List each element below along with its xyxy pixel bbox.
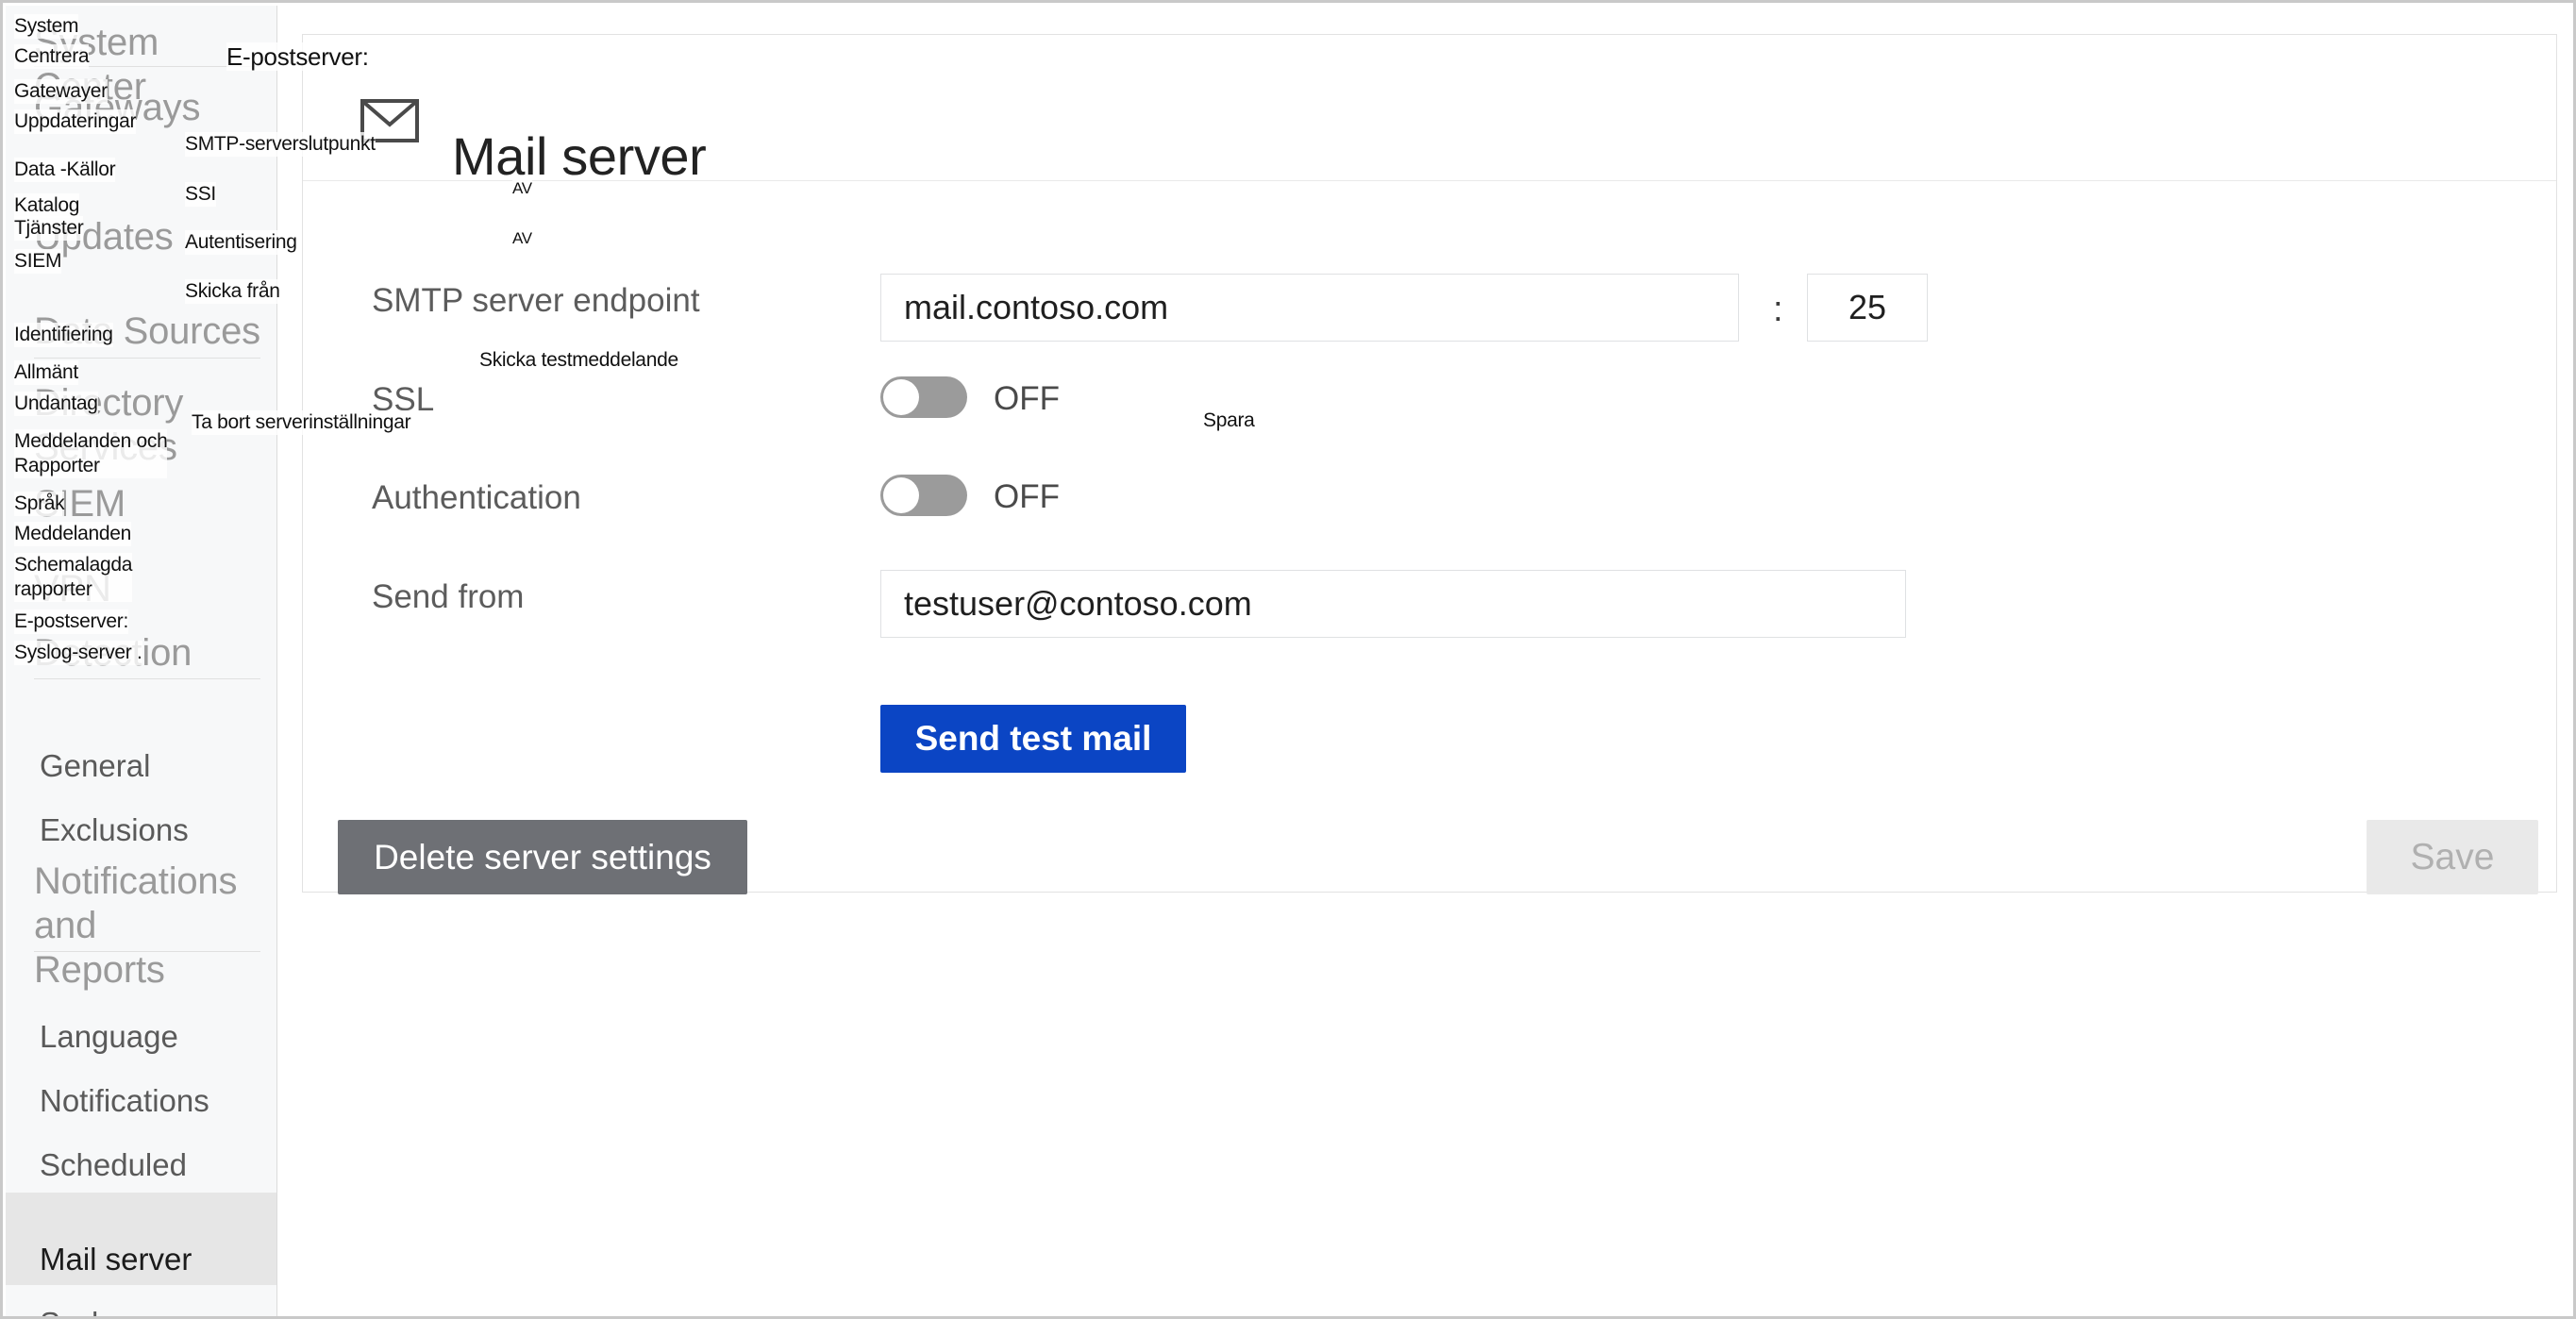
overlay-siem: SIEM	[14, 249, 62, 274]
send-test-mail-button[interactable]: Send test mail	[880, 705, 1186, 773]
nav-group-siem: SIEM	[34, 483, 125, 525]
send-from-label: Send from	[372, 578, 525, 615]
toggle-knob	[883, 379, 919, 415]
overlay-ssl-state: AV	[512, 178, 532, 198]
ssl-toggle-state: OFF	[994, 380, 1060, 417]
send-from-input[interactable]	[880, 570, 1906, 638]
overlay-scheduled-reports: Schemalagda rapporter	[14, 553, 133, 602]
overlay-detection: Identifiering	[14, 323, 113, 347]
authentication-toggle[interactable]	[880, 475, 967, 516]
overlay-center: Centrera	[14, 44, 90, 69]
overlay-authentication: Autentisering	[185, 230, 297, 255]
overlay-mail-server: E-postserver:	[14, 609, 128, 634]
authentication-label: Authentication	[372, 479, 581, 516]
smtp-port-input[interactable]	[1807, 274, 1928, 342]
overlay-gateways: Gatewayer	[14, 79, 108, 104]
authentication-toggle-state: OFF	[994, 478, 1060, 515]
overlay-save: Spara	[1203, 409, 1255, 433]
page-title: Mail server	[452, 125, 707, 186]
delete-server-settings-button[interactable]: Delete server settings	[338, 820, 747, 894]
smtp-endpoint-label: SMTP server endpoint	[372, 282, 700, 319]
overlay-smtp-endpoint: SMTP-serverslutpunkt	[185, 132, 376, 157]
smtp-server-input[interactable]	[880, 274, 1739, 342]
overlay-delete-server-settings: Ta bort serverinställningar	[192, 410, 411, 435]
sidebar-item-exclusions[interactable]: Exclusions	[6, 763, 276, 856]
overlay-services: Tjänster	[14, 216, 84, 241]
sidebar-item-label: Exclusions	[40, 812, 189, 847]
sidebar-item-label: Syslog server	[40, 1306, 228, 1316]
app-window: System Center Gateways Updates Data Sour…	[0, 0, 2576, 1319]
overlay-notifications: Meddelanden	[14, 522, 131, 546]
nav-divider	[34, 358, 260, 359]
overlay-exclusions: Undantag	[14, 392, 98, 416]
toggle-knob	[883, 477, 919, 513]
overlay-syslog-server: Syslog-server .	[14, 641, 142, 665]
sidebar-item-syslog-server[interactable]: Syslog server	[6, 1257, 276, 1316]
overlay-page-title: E-postserver:	[226, 42, 369, 71]
overlay-notifications-and-reports: Meddelanden och Rapporter	[14, 429, 168, 478]
nav-divider	[34, 951, 260, 952]
overlay-system: System	[14, 14, 79, 39]
overlay-authentication-state: AV	[512, 228, 532, 248]
nav-divider	[34, 678, 260, 679]
mail-server-panel: Mail server SMTP server endpoint : SSL O…	[302, 34, 2557, 894]
panel-header: Mail server	[303, 35, 2556, 186]
save-button: Save	[2367, 820, 2538, 894]
overlay-send-from: Skicka från	[185, 279, 280, 304]
overlay-general: Allmänt	[14, 360, 78, 385]
overlay-directory: Katalog	[14, 193, 80, 218]
overlay-data-sources: Data -Källor	[14, 158, 116, 182]
ssl-toggle[interactable]	[880, 376, 967, 418]
host-port-separator: :	[1773, 290, 1783, 329]
overlay-ssl: SSI	[185, 182, 216, 207]
overlay-updates: Uppdateringar	[14, 109, 137, 134]
overlay-send-test-mail: Skicka testmeddelande	[479, 348, 678, 373]
overlay-language: Språk	[14, 492, 65, 516]
